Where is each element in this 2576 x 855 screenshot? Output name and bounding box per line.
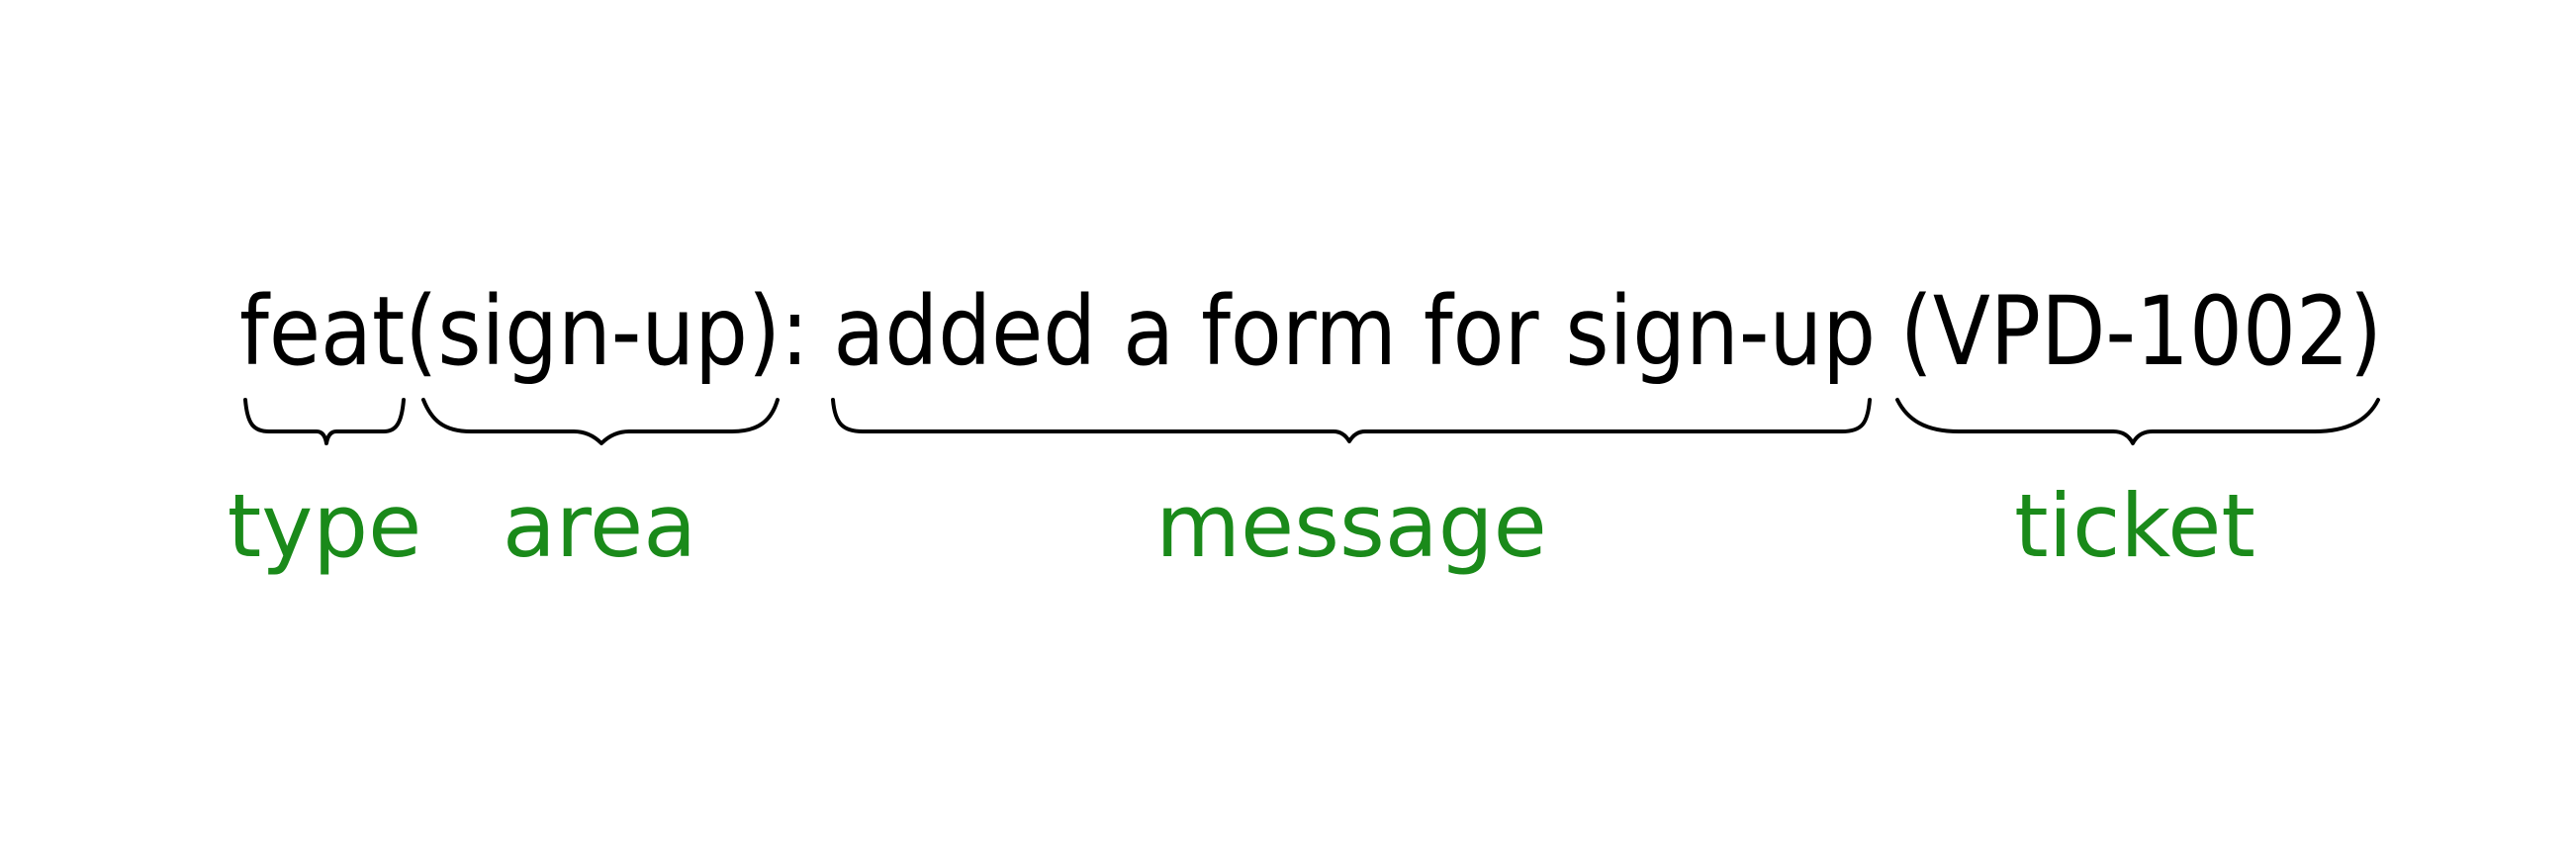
close-paren-colon-text: ): bbox=[748, 276, 809, 387]
area-brace bbox=[421, 398, 780, 445]
message-label: message bbox=[1155, 475, 1546, 577]
commit-type-text: feat bbox=[239, 276, 405, 387]
type-brace bbox=[243, 398, 406, 445]
commit-message-line: feat(sign-up): added a form for sign-up(V… bbox=[239, 276, 2382, 387]
open-paren-text: ( bbox=[405, 276, 437, 387]
commit-message-text: added a form for sign-up bbox=[833, 276, 1876, 387]
message-brace bbox=[831, 398, 1872, 443]
ticket-label: ticket bbox=[2014, 475, 2255, 577]
area-label: area bbox=[503, 475, 696, 577]
commit-area-text: sign-up bbox=[437, 276, 748, 387]
type-label: type bbox=[228, 475, 422, 577]
ticket-brace bbox=[1895, 398, 2380, 445]
commit-message-diagram: feat(sign-up): added a form for sign-up(V… bbox=[228, 276, 2382, 577]
commit-ticket-text: (VPD-1002) bbox=[1900, 276, 2382, 387]
